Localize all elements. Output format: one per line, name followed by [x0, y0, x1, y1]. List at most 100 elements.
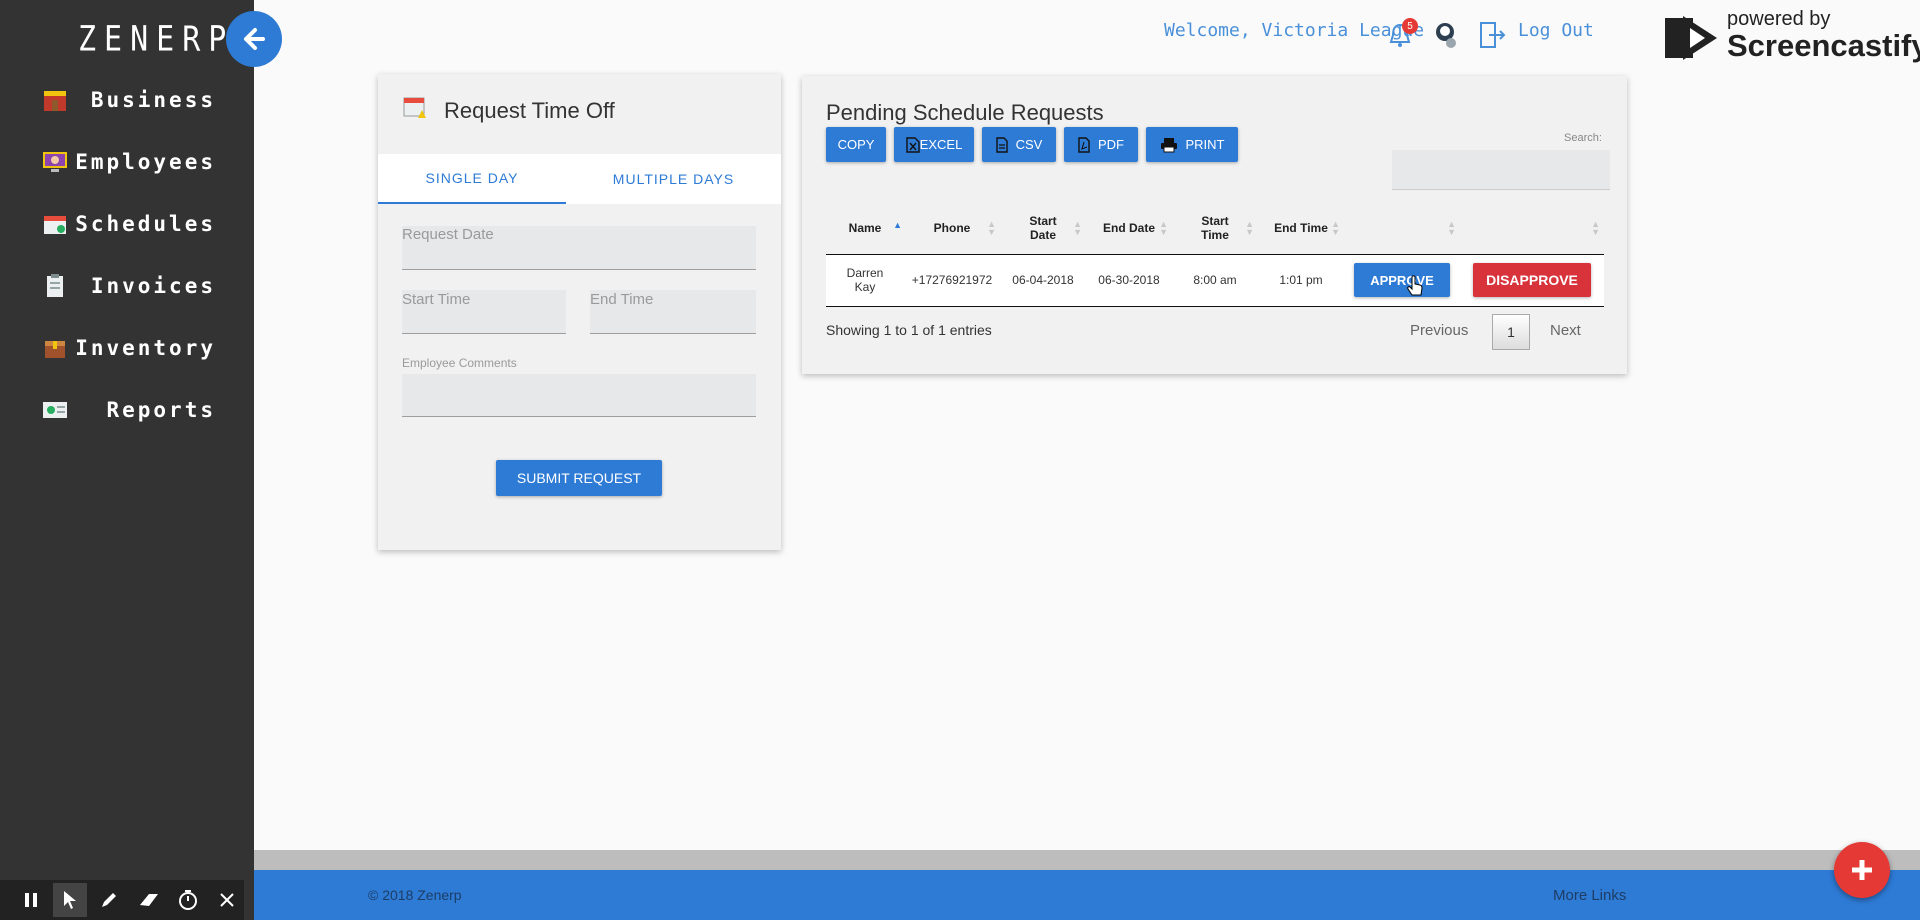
request-time-off-card: Request Time Off SINGLE DAY MULTIPLE DAY…	[378, 74, 781, 550]
pagination-page-1[interactable]: 1	[1492, 314, 1530, 350]
printer-icon	[1160, 137, 1177, 152]
notifications-button[interactable]: 5	[1386, 18, 1418, 50]
sidebar-item-label: Invoices	[90, 274, 216, 298]
column-header-end-time[interactable]: End Time ▲ ▼	[1258, 202, 1344, 254]
csv-label: CSV	[1015, 137, 1043, 152]
calendar-icon	[44, 216, 66, 234]
close-icon[interactable]	[211, 883, 244, 917]
column-header-label: Phone	[933, 220, 971, 235]
hand-pointer-icon	[1407, 275, 1423, 296]
print-label: PRINT	[1185, 137, 1225, 152]
logout-button[interactable]	[1476, 20, 1506, 55]
cell-approve: APPROVE	[1344, 254, 1460, 306]
collapse-sidebar-button[interactable]	[226, 11, 282, 67]
pagination-next[interactable]: Next	[1550, 322, 1581, 339]
sidebar-item-reports[interactable]: Reports	[0, 390, 254, 430]
pdf-file-icon	[1078, 136, 1090, 153]
pagination-previous[interactable]: Previous	[1410, 322, 1468, 339]
cell-end-date: 06-30-2018	[1098, 273, 1160, 287]
column-header-phone[interactable]: Phone ▲ ▼	[904, 202, 1000, 254]
recorder-toolbar	[0, 880, 244, 920]
column-header-start-time[interactable]: Start Time ▲ ▼	[1172, 202, 1258, 254]
pause-icon[interactable]	[14, 883, 47, 917]
sidebar-item-schedules[interactable]: Schedules	[0, 204, 254, 244]
disapprove-button[interactable]: DISAPPROVE	[1473, 263, 1591, 297]
sort-icon: ▲ ▼	[987, 218, 996, 237]
screencastify-logo-icon	[1665, 16, 1717, 60]
submit-request-button[interactable]: SUBMIT REQUEST	[496, 460, 662, 496]
notification-badge: 5	[1402, 18, 1418, 34]
copy-button[interactable]: COPY	[826, 127, 886, 162]
add-fab-button[interactable]	[1834, 842, 1890, 898]
sort-icon: ▲ ▼	[1591, 218, 1600, 237]
user-avatar-icon	[1436, 23, 1456, 48]
pen-icon[interactable]	[93, 883, 126, 917]
approve-button[interactable]: APPROVE	[1354, 263, 1450, 297]
footer-more-links[interactable]: More Links	[1553, 887, 1626, 904]
sort-icon: ▲ ▼	[1073, 218, 1082, 237]
cell-end-time: 1:01 pm	[1279, 273, 1323, 287]
card-title: Request Time Off	[444, 98, 615, 123]
sort-asc-icon: ▲	[893, 220, 902, 230]
sidebar-item-business[interactable]: Business	[0, 80, 254, 120]
request-date-label: Request Date	[402, 226, 494, 243]
cell-disapprove: DISAPPROVE	[1460, 254, 1604, 306]
sidebar-item-inventory[interactable]: Inventory	[0, 328, 254, 368]
csv-button[interactable]: CSV	[982, 127, 1056, 162]
column-header-approve[interactable]: ▲ ▼	[1344, 202, 1460, 254]
column-header-disapprove[interactable]: ▲ ▼	[1460, 202, 1604, 254]
sidebar-item-invoices[interactable]: Invoices	[0, 266, 254, 306]
cell-name: Darren Kay	[846, 266, 884, 294]
column-header-label: End Date	[1102, 220, 1155, 235]
card-title: Pending Schedule Requests	[826, 100, 1104, 125]
table-info: Showing 1 to 1 of 1 entries	[826, 322, 992, 338]
column-header-label: Name	[848, 220, 882, 235]
footer: © 2018 Zenerp More Links	[254, 870, 1920, 920]
sidebar-item-label: Schedules	[75, 212, 216, 236]
cursor-icon[interactable]	[53, 883, 87, 917]
cell-phone: +17276921972	[911, 273, 993, 287]
search-input[interactable]	[1392, 150, 1610, 190]
cell-start-date: 06-04-2018	[1012, 273, 1074, 287]
sort-icon: ▲ ▼	[1245, 218, 1254, 237]
sidebar-item-label: Business	[90, 88, 216, 112]
logout-link[interactable]: Log Out	[1518, 20, 1594, 41]
app-logo: ZENERP	[78, 19, 235, 60]
tabs: SINGLE DAY MULTIPLE DAYS	[378, 154, 781, 204]
print-button[interactable]: PRINT	[1146, 127, 1238, 162]
excel-button[interactable]: EXCEL	[894, 127, 974, 162]
eraser-icon[interactable]	[132, 883, 165, 917]
column-header-end-date[interactable]: End Date ▲ ▼	[1086, 202, 1172, 254]
profile-button[interactable]	[1430, 20, 1460, 55]
report-icon	[43, 402, 67, 418]
employee-comments-field[interactable]	[402, 374, 756, 417]
requests-table: Name ▲ Phone ▲ ▼ Start Date ▲ ▼ End Date ▲…	[826, 202, 1604, 307]
table-row: Darren Kay +17276921972 06-04-2018 06-30…	[826, 254, 1604, 306]
sidebar-item-employees[interactable]: Employees	[0, 142, 254, 182]
csv-file-icon	[995, 136, 1008, 153]
timer-icon[interactable]	[171, 883, 204, 917]
arrow-left-icon	[244, 28, 265, 50]
employee-comments-label: Employee Comments	[402, 356, 517, 370]
excel-file-icon	[905, 136, 920, 153]
end-time-label: End Time	[590, 291, 654, 308]
column-header-label: Start Date	[1029, 213, 1057, 242]
logout-door-icon	[1480, 22, 1506, 48]
sidebar-item-label: Inventory	[75, 336, 216, 360]
box-icon	[45, 341, 65, 358]
footer-copyright: © 2018 Zenerp	[368, 887, 462, 903]
cell-start-time: 8:00 am	[1193, 273, 1237, 287]
table-header-row: Name ▲ Phone ▲ ▼ Start Date ▲ ▼ End Date ▲…	[826, 202, 1604, 254]
column-header-label: End Time	[1274, 220, 1328, 235]
sort-icon: ▲ ▼	[1447, 218, 1456, 237]
sort-icon: ▲ ▼	[1331, 218, 1340, 237]
column-header-start-date[interactable]: Start Date ▲ ▼	[1000, 202, 1086, 254]
column-header-label: Start Time	[1201, 213, 1229, 242]
pdf-button[interactable]: PDF	[1064, 127, 1138, 162]
column-header-name[interactable]: Name ▲	[826, 202, 904, 254]
sidebar-item-label: Reports	[106, 398, 216, 422]
tab-multiple-days[interactable]: MULTIPLE DAYS	[566, 154, 781, 204]
screencastify-watermark: powered by Screencastify	[1663, 6, 1920, 66]
search-label: Search:	[1564, 132, 1602, 144]
tab-single-day[interactable]: SINGLE DAY	[378, 154, 566, 204]
